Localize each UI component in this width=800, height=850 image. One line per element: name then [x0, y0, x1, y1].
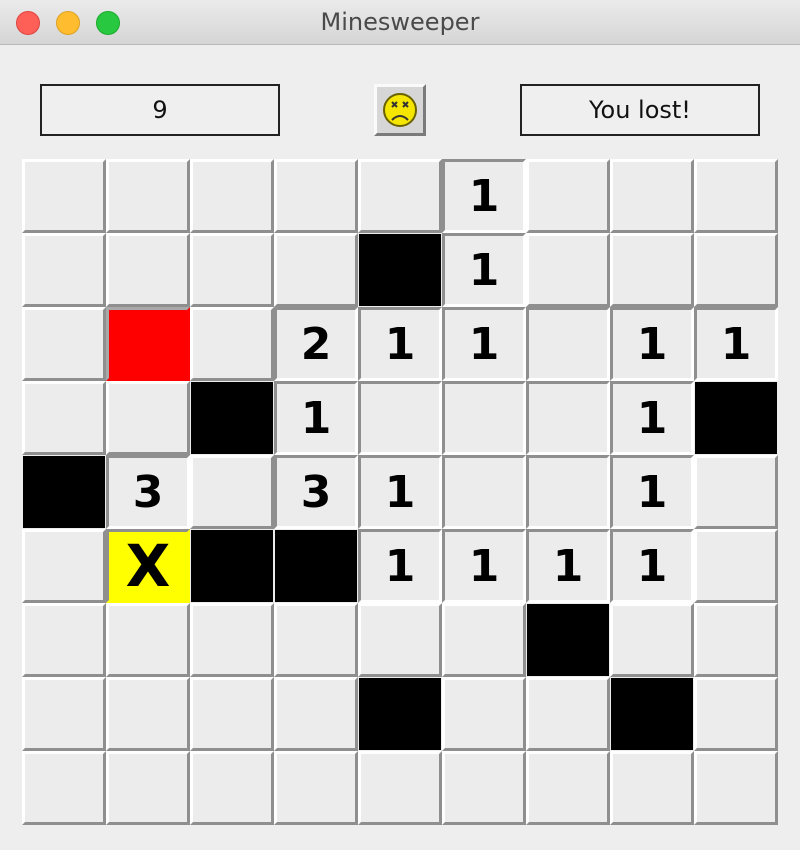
number-cell[interactable]: 1 — [442, 159, 526, 233]
hidden-cell[interactable] — [694, 603, 778, 677]
hidden-cell[interactable] — [442, 603, 526, 677]
number-cell[interactable]: 1 — [442, 307, 526, 381]
hidden-cell[interactable] — [694, 159, 778, 233]
hidden-cell[interactable] — [694, 455, 778, 529]
hidden-cell[interactable] — [22, 603, 106, 677]
number-cell[interactable]: 2 — [274, 307, 358, 381]
number-cell[interactable]: 3 — [274, 455, 358, 529]
revealed-empty-cell[interactable] — [358, 381, 442, 455]
hidden-cell[interactable] — [22, 307, 106, 381]
hidden-cell[interactable] — [190, 159, 274, 233]
number-cell[interactable]: 3 — [106, 455, 190, 529]
hidden-cell[interactable] — [106, 233, 190, 307]
hidden-cell[interactable] — [190, 751, 274, 825]
mine-cell[interactable] — [358, 233, 442, 307]
hidden-cell[interactable] — [694, 233, 778, 307]
hidden-cell[interactable] — [694, 751, 778, 825]
hidden-cell[interactable] — [190, 677, 274, 751]
revealed-empty-cell[interactable] — [442, 455, 526, 529]
mine-cell[interactable] — [190, 381, 274, 455]
revealed-empty-cell[interactable] — [526, 455, 610, 529]
number-cell[interactable]: 1 — [526, 529, 610, 603]
hidden-cell[interactable] — [442, 751, 526, 825]
new-game-button[interactable] — [374, 84, 426, 136]
hidden-cell[interactable] — [610, 159, 694, 233]
hidden-cell[interactable] — [610, 751, 694, 825]
hidden-cell[interactable] — [610, 233, 694, 307]
mine-counter: 9 — [40, 84, 280, 136]
mine-cell[interactable] — [610, 677, 694, 751]
number-cell[interactable]: 1 — [442, 233, 526, 307]
hidden-cell[interactable] — [106, 751, 190, 825]
hidden-cell[interactable] — [358, 603, 442, 677]
wrong-flag-cell[interactable]: X — [106, 529, 190, 603]
hidden-cell[interactable] — [106, 159, 190, 233]
hidden-cell[interactable] — [526, 751, 610, 825]
mine-cell[interactable] — [526, 603, 610, 677]
sad-face-icon — [383, 93, 417, 127]
hidden-cell[interactable] — [190, 233, 274, 307]
hidden-cell[interactable] — [442, 677, 526, 751]
hidden-cell[interactable] — [190, 307, 274, 381]
hidden-cell[interactable] — [190, 603, 274, 677]
hidden-cell[interactable] — [274, 233, 358, 307]
hidden-cell[interactable] — [22, 233, 106, 307]
hidden-cell[interactable] — [22, 159, 106, 233]
revealed-empty-cell[interactable] — [442, 381, 526, 455]
hidden-cell[interactable] — [274, 603, 358, 677]
hidden-cell[interactable] — [358, 159, 442, 233]
hidden-cell[interactable] — [106, 677, 190, 751]
number-cell[interactable]: 1 — [358, 307, 442, 381]
hidden-cell[interactable] — [22, 751, 106, 825]
window-title: Minesweeper — [320, 8, 480, 36]
number-cell[interactable]: 1 — [358, 455, 442, 529]
mine-cell[interactable] — [22, 455, 106, 529]
hidden-cell[interactable] — [22, 677, 106, 751]
game-status: You lost! — [520, 84, 760, 136]
hidden-cell[interactable] — [274, 677, 358, 751]
number-cell[interactable]: 1 — [274, 381, 358, 455]
hidden-cell[interactable] — [22, 381, 106, 455]
number-cell[interactable]: 1 — [694, 307, 778, 381]
mine-field: 1121111113311X1111 — [22, 159, 778, 825]
mine-cell[interactable] — [274, 529, 358, 603]
revealed-empty-cell[interactable] — [526, 307, 610, 381]
number-cell[interactable]: 1 — [610, 307, 694, 381]
title-bar: Minesweeper — [0, 0, 800, 45]
number-cell[interactable]: 1 — [610, 455, 694, 529]
number-cell[interactable]: 1 — [610, 529, 694, 603]
hidden-cell[interactable] — [190, 455, 274, 529]
mine-cell[interactable] — [358, 677, 442, 751]
hidden-cell[interactable] — [22, 529, 106, 603]
hidden-cell[interactable] — [526, 233, 610, 307]
hidden-cell[interactable] — [694, 529, 778, 603]
number-cell[interactable]: 1 — [610, 381, 694, 455]
exploded-mine-cell[interactable] — [106, 307, 190, 381]
number-cell[interactable]: 1 — [442, 529, 526, 603]
hidden-cell[interactable] — [274, 159, 358, 233]
hidden-cell[interactable] — [526, 159, 610, 233]
minesweeper-window: Minesweeper 9 You lost! 1121111113311X11… — [0, 0, 800, 850]
mine-cell[interactable] — [190, 529, 274, 603]
mine-cell[interactable] — [694, 381, 778, 455]
hidden-cell[interactable] — [358, 751, 442, 825]
hidden-cell[interactable] — [274, 751, 358, 825]
hidden-cell[interactable] — [610, 603, 694, 677]
hidden-cell[interactable] — [106, 381, 190, 455]
hidden-cell[interactable] — [526, 677, 610, 751]
hidden-cell[interactable] — [106, 603, 190, 677]
hidden-cell[interactable] — [694, 677, 778, 751]
revealed-empty-cell[interactable] — [526, 381, 610, 455]
number-cell[interactable]: 1 — [358, 529, 442, 603]
